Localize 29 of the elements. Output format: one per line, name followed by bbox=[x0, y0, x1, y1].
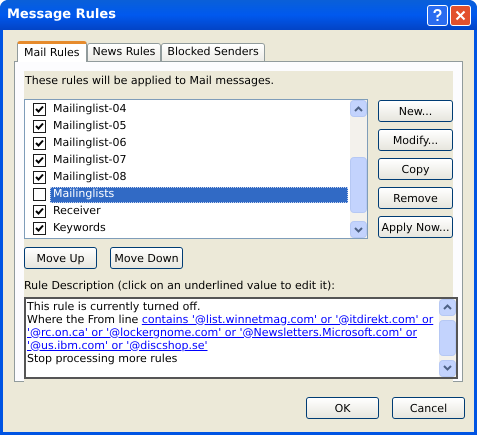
rule-item[interactable]: Mailinglists bbox=[50, 186, 348, 202]
value-link[interactable]: contains '@list.winnetmag.com' or '@itdirekt.com' or bbox=[142, 312, 434, 326]
info-text: These rules will be applied to Mail messages. bbox=[24, 73, 276, 89]
rule-item[interactable]: Mailinglist-06 bbox=[50, 136, 350, 152]
window-title: Message Rules bbox=[7, 6, 116, 24]
rule-item[interactable]: Mailinglist-08 bbox=[50, 170, 350, 186]
description-text: Stop processing more rules bbox=[27, 352, 178, 364]
description-text: Where the From line bbox=[27, 312, 140, 326]
rule-item[interactable]: Mailinglist-04 bbox=[50, 102, 350, 118]
dialog-button[interactable]: Modify... bbox=[378, 129, 453, 151]
dialog-button[interactable]: New... bbox=[378, 100, 453, 122]
rule-item[interactable]: Receiver bbox=[50, 204, 350, 220]
dialog-button[interactable]: Apply Now... bbox=[378, 216, 453, 238]
rule-item[interactable]: Keywords bbox=[50, 220, 350, 236]
dialog-button[interactable]: Cancel bbox=[392, 397, 465, 419]
tab[interactable]: News Rules bbox=[86, 43, 162, 61]
dialog-button[interactable]: Move Down bbox=[110, 247, 183, 269]
dialog-button[interactable]: Move Up bbox=[24, 247, 97, 269]
dialog-button[interactable]: OK bbox=[306, 397, 379, 419]
value-link[interactable]: '@rc.on.ca' or '@lockergnome.com' or '@Newsletters.Microsoft.com' or bbox=[27, 326, 418, 338]
dialog-button[interactable]: Copy bbox=[378, 158, 453, 180]
tab[interactable]: Blocked Senders bbox=[161, 43, 265, 61]
description-label: Rule Description (click on an underlined value to edit it): bbox=[24, 278, 336, 294]
dialog-button[interactable]: Remove bbox=[378, 187, 453, 209]
tab[interactable]: Mail Rules bbox=[17, 41, 87, 62]
rule-item[interactable]: Mailinglist-05 bbox=[50, 118, 350, 134]
rule-item[interactable]: Mailinglist-07 bbox=[50, 152, 350, 168]
value-link[interactable]: '@us.ibm.com' or '@discshop.se' bbox=[27, 338, 208, 352]
description-text: This rule is currently turned off. bbox=[27, 300, 200, 312]
